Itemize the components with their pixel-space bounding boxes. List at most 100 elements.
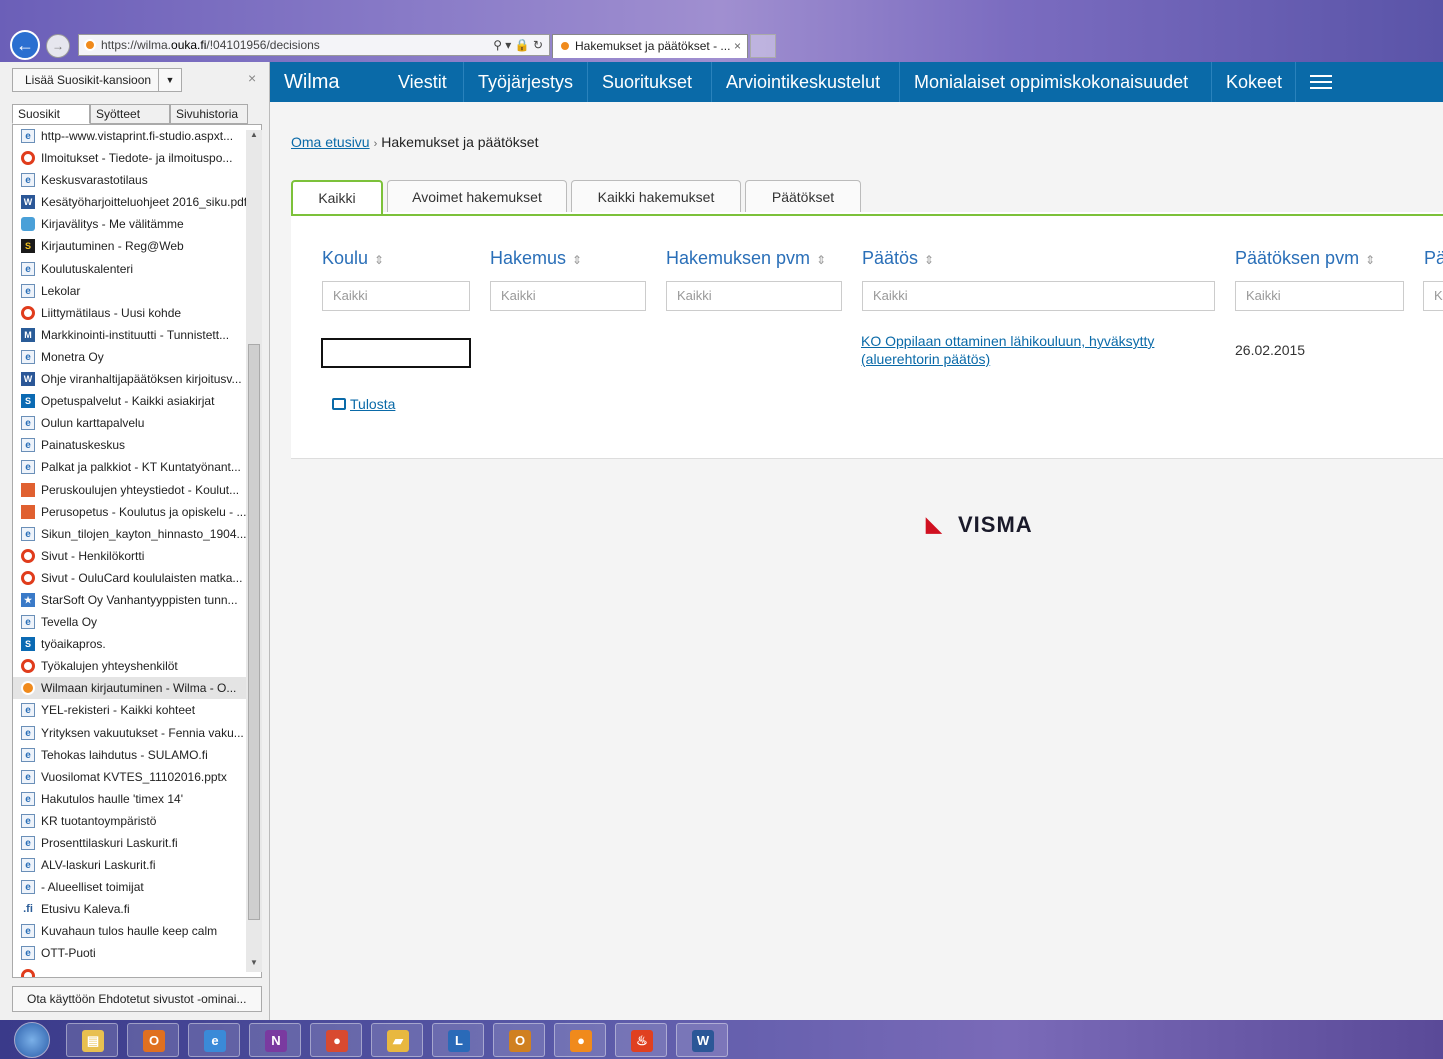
favorite-item[interactable]: e Tehokas laihdutus - SULAMO.fi bbox=[13, 744, 261, 766]
favorite-item[interactable]: e Painatuskeskus bbox=[13, 434, 261, 456]
nav-viestit[interactable]: Viestit bbox=[384, 62, 464, 102]
forward-button[interactable]: → bbox=[46, 34, 70, 58]
favorites-sidebar: Lisää Suosikit-kansioon ▼ × Suosikit Syö… bbox=[0, 62, 270, 1020]
nav-suoritukset[interactable]: Suoritukset bbox=[588, 62, 712, 102]
taskbar-onenote[interactable]: N bbox=[249, 1023, 301, 1057]
favorite-item[interactable]: Työkalujen yhteyshenkilöt bbox=[13, 655, 261, 677]
favorite-item[interactable]: e http--www.vistaprint.fi-studio.aspxt... bbox=[13, 125, 261, 147]
favorite-item[interactable]: e Palkat ja palkkiot - KT Kuntatyönant... bbox=[13, 456, 261, 478]
filter-truncated[interactable]: K bbox=[1423, 281, 1443, 311]
favorite-item[interactable]: S Kirjautuminen - Reg@Web bbox=[13, 235, 261, 257]
tab-syotteet[interactable]: Syötteet bbox=[90, 104, 170, 124]
taskbar-outlook-o[interactable]: O bbox=[127, 1023, 179, 1057]
print-button[interactable]: Tulosta bbox=[332, 396, 395, 412]
column-header-hakemus[interactable]: Hakemus ⇕ bbox=[490, 248, 582, 269]
taskbar-outlook[interactable]: O bbox=[493, 1023, 545, 1057]
favorite-item[interactable]: e Kuvahaun tulos haulle keep calm bbox=[13, 920, 261, 942]
favorite-item[interactable]: Sivut - OuluCard koululaisten matka... bbox=[13, 567, 261, 589]
favorite-item[interactable]: ★ StarSoft Oy Vanhantyyppisten tunn... bbox=[13, 589, 261, 611]
add-to-favorites-button[interactable]: Lisää Suosikit-kansioon ▼ bbox=[12, 68, 182, 92]
favorite-item[interactable]: M Markkinointi-instituutti - Tunnistett..… bbox=[13, 324, 261, 346]
column-header-hakemuksen-pvm[interactable]: Hakemuksen pvm ⇕ bbox=[666, 248, 826, 269]
decision-link[interactable]: KO Oppilaan ottaminen lähikouluun, hyväk… bbox=[861, 332, 1201, 368]
address-bar[interactable]: https://wilma.ouka.fi/!04101956/decision… bbox=[78, 34, 550, 56]
favorite-item[interactable]: Perusopetus - Koulutus ja opiskelu - ... bbox=[13, 501, 261, 523]
favorite-item[interactable]: e ALV-laskuri Laskurit.fi bbox=[13, 854, 261, 876]
suggested-sites-button[interactable]: Ota käyttöön Ehdotetut sivustot -ominai.… bbox=[12, 986, 262, 1012]
filter-paatoksen-pvm[interactable]: Kaikki bbox=[1235, 281, 1404, 311]
tab-kaikki-hakemukset[interactable]: Kaikki hakemukset bbox=[571, 180, 741, 212]
filter-hakemuksen-pvm[interactable]: Kaikki bbox=[666, 281, 842, 311]
nav-arviointikeskustelut[interactable]: Arviointikeskustelut bbox=[712, 62, 900, 102]
wilma-favicon-icon bbox=[84, 39, 96, 51]
scroll-up-icon[interactable]: ▲ bbox=[246, 130, 262, 144]
tab-close-icon[interactable]: × bbox=[734, 35, 741, 57]
taskbar-java[interactable]: ♨ bbox=[615, 1023, 667, 1057]
favorite-label: Kuvahaun tulos haulle keep calm bbox=[41, 924, 218, 939]
wilma-logo[interactable]: Wilma bbox=[270, 62, 384, 102]
start-button[interactable] bbox=[14, 1022, 50, 1058]
new-tab-button[interactable] bbox=[750, 34, 776, 58]
menu-icon[interactable] bbox=[1310, 75, 1332, 89]
favorite-item[interactable]: e Prosenttilaskuri Laskurit.fi bbox=[13, 832, 261, 854]
tab-suosikit[interactable]: Suosikit bbox=[12, 104, 90, 124]
nav-monialaiset[interactable]: Monialaiset oppimiskokonaisuudet bbox=[900, 62, 1212, 102]
tab-kaikki[interactable]: Kaikki bbox=[291, 180, 383, 214]
taskbar-explorer[interactable]: ▤ bbox=[66, 1023, 118, 1057]
favorite-item[interactable]: e Yrityksen vakuutukset - Fennia vaku... bbox=[13, 722, 261, 744]
column-header-truncated[interactable]: Pä bbox=[1424, 248, 1443, 269]
scrollbar-thumb[interactable] bbox=[248, 344, 260, 920]
address-controls[interactable]: ⚲ ▾ 🔒 ↻ bbox=[493, 35, 543, 55]
taskbar-lync[interactable]: L bbox=[432, 1023, 484, 1057]
taskbar-wilma[interactable]: ● bbox=[554, 1023, 606, 1057]
favorite-item[interactable]: Peruskoulujen yhteystiedot - Koulut... bbox=[13, 479, 261, 501]
favorite-item[interactable]: Sivut - Henkilökortti bbox=[13, 545, 261, 567]
favorite-item[interactable]: e Sikun_tilojen_kayton_hinnasto_1904... bbox=[13, 523, 261, 545]
favorite-item[interactable]: W Kesätyöharjoitteluohjeet 2016_siku.pdf bbox=[13, 191, 261, 213]
favorite-item[interactable]: e Keskusvarastotilaus bbox=[13, 169, 261, 191]
favorite-item[interactable]: .fi Etusivu Kaleva.fi bbox=[13, 898, 261, 920]
taskbar-ie[interactable]: e bbox=[188, 1023, 240, 1057]
favorite-item[interactable]: W Ohje viranhaltijapäätöksen kirjoitusv..… bbox=[13, 368, 261, 390]
favorite-item[interactable]: e Oulun karttapalvelu bbox=[13, 412, 261, 434]
favorite-item[interactable]: Styöaikapros. bbox=[13, 633, 261, 655]
tab-avoimet-hakemukset[interactable]: Avoimet hakemukset bbox=[387, 180, 567, 212]
browser-tab-active[interactable]: Hakemukset ja päätökset - ... × bbox=[552, 34, 748, 58]
favorite-item[interactable]: Wilmaan kirjautuminen - Wilma - O... bbox=[13, 677, 261, 700]
favorite-item[interactable]: e YEL-rekisteri - Kaikki kohteet bbox=[13, 699, 261, 721]
favorite-item[interactable]: e KR tuotantoympäristö bbox=[13, 810, 261, 832]
taskbar-word[interactable]: W bbox=[676, 1023, 728, 1057]
close-icon[interactable]: × bbox=[248, 70, 256, 86]
back-button[interactable]: ← bbox=[10, 30, 40, 60]
tab-sivuhistoria[interactable]: Sivuhistoria bbox=[170, 104, 248, 124]
favorite-item[interactable]: e OTT-Puoti bbox=[13, 942, 261, 964]
favorite-item[interactable]: ... bbox=[13, 965, 261, 977]
filter-koulu[interactable]: Kaikki bbox=[322, 281, 470, 311]
favorite-item[interactable]: e Koulutuskalenteri bbox=[13, 258, 261, 280]
chevron-down-icon[interactable]: ▼ bbox=[158, 69, 181, 91]
favorite-item[interactable]: e Lekolar bbox=[13, 280, 261, 302]
scroll-down-icon[interactable]: ▼ bbox=[246, 958, 262, 972]
favorite-item[interactable]: Ilmoitukset - Tiedote- ja ilmoituspo... bbox=[13, 147, 261, 169]
favorite-item[interactable]: e - Alueelliset toimijat bbox=[13, 876, 261, 898]
favorite-item[interactable]: e Vuosilomat KVTES_11102016.pptx bbox=[13, 766, 261, 788]
filter-hakemus[interactable]: Kaikki bbox=[490, 281, 646, 311]
favorites-scrollbar[interactable]: ▲ ▼ bbox=[246, 130, 262, 972]
column-header-koulu[interactable]: Koulu ⇕ bbox=[322, 248, 384, 269]
tab-paatokset[interactable]: Päätökset bbox=[745, 180, 861, 212]
nav-tyojarjestys[interactable]: Työjärjestys bbox=[464, 62, 588, 102]
favorite-item[interactable]: e Monetra Oy bbox=[13, 346, 261, 368]
filter-paatos[interactable]: Kaikki bbox=[862, 281, 1215, 311]
column-header-paatos[interactable]: Päätös ⇕ bbox=[862, 248, 934, 269]
breadcrumb-home-link[interactable]: Oma etusivu bbox=[291, 134, 370, 150]
nav-kokeet[interactable]: Kokeet bbox=[1212, 62, 1296, 102]
ie-icon: e bbox=[21, 725, 35, 740]
column-header-paatoksen-pvm[interactable]: Päätöksen pvm ⇕ bbox=[1235, 248, 1375, 269]
favorite-item[interactable]: S Opetuspalvelut - Kaikki asiakirjat bbox=[13, 390, 261, 412]
favorite-item[interactable]: Kirjavälitys - Me välitämme bbox=[13, 213, 261, 235]
favorite-item[interactable]: e Tevella Oy bbox=[13, 611, 261, 633]
taskbar-folder[interactable]: ▰ bbox=[371, 1023, 423, 1057]
favorite-item[interactable]: Liittymätilaus - Uusi kohde bbox=[13, 302, 261, 324]
taskbar-chrome[interactable]: ● bbox=[310, 1023, 362, 1057]
favorite-item[interactable]: e Hakutulos haulle 'timex 14' bbox=[13, 788, 261, 810]
